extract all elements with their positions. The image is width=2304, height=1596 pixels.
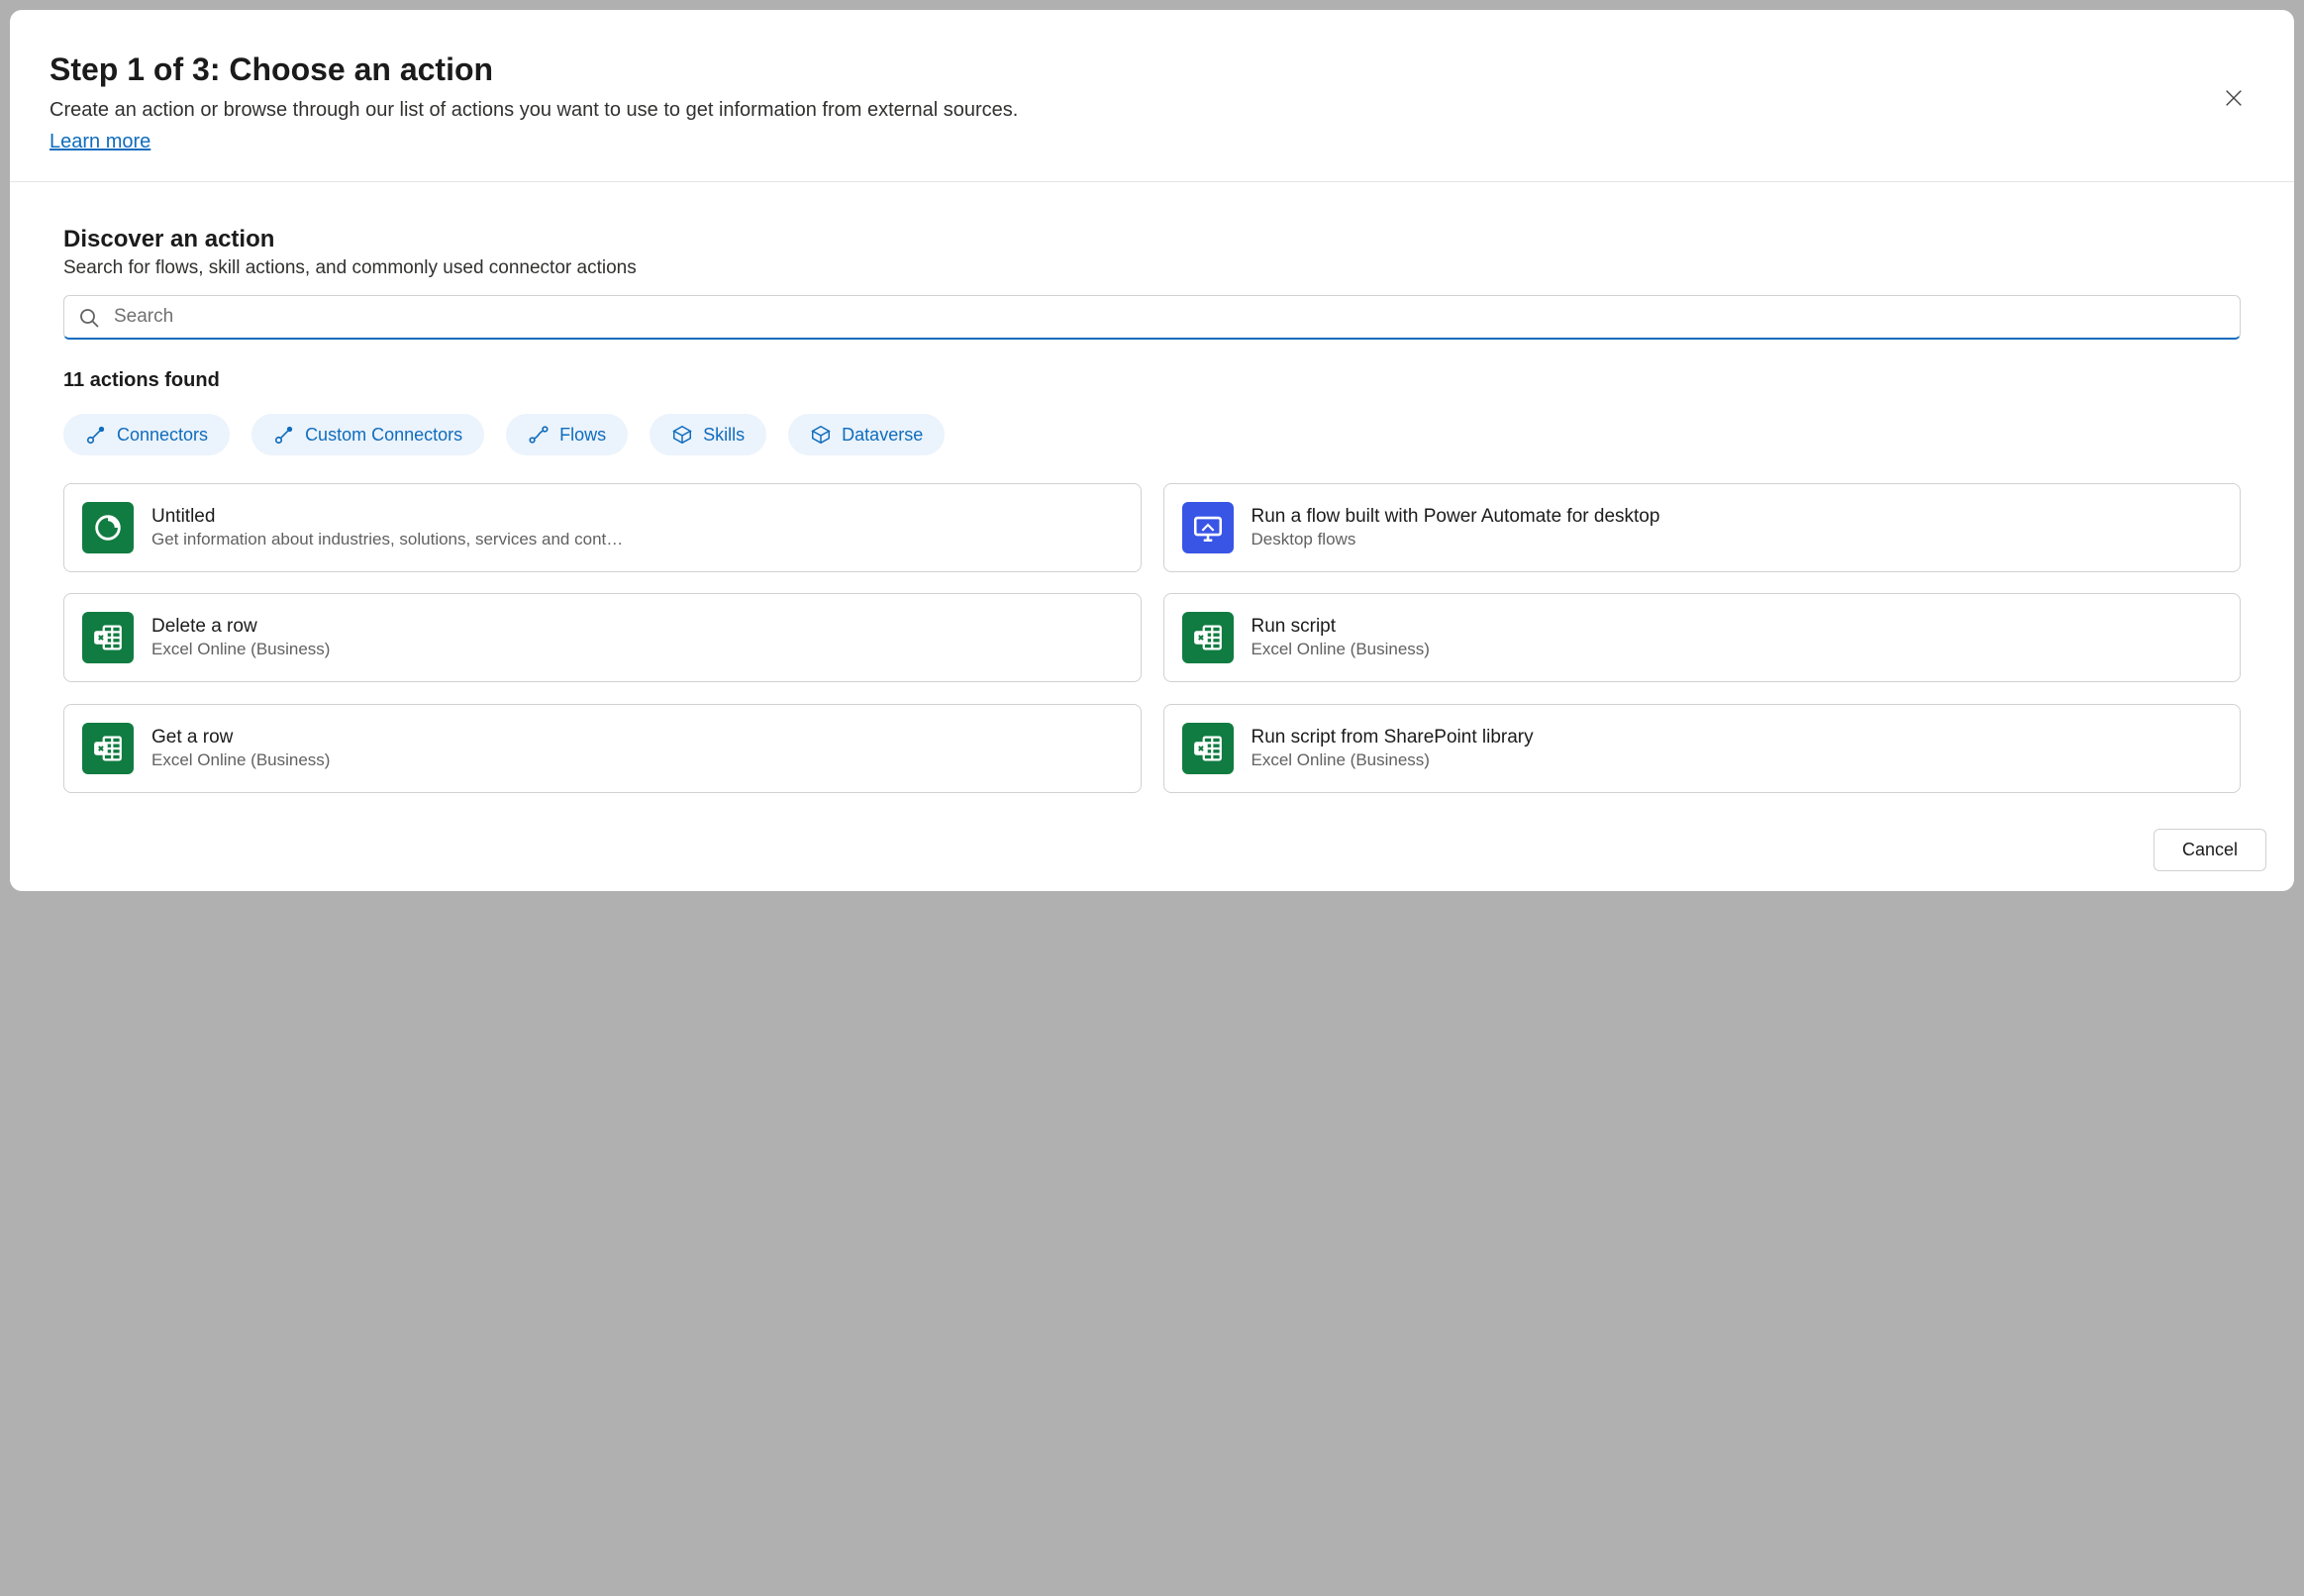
chip-flows[interactable]: Flows — [506, 414, 628, 455]
search-icon — [77, 306, 101, 330]
card-title: Delete a row — [151, 616, 1123, 638]
search-input[interactable] — [63, 295, 2241, 340]
chip-dataverse[interactable]: Dataverse — [788, 414, 945, 455]
card-text: Run script from SharePoint library Excel… — [1252, 727, 2223, 770]
action-card-untitled[interactable]: Untitled Get information about industrie… — [63, 483, 1142, 572]
cancel-button[interactable]: Cancel — [2154, 829, 2266, 871]
discover-title: Discover an action — [63, 226, 2241, 253]
card-title: Get a row — [151, 727, 1123, 748]
filter-chips: Connectors Custom Connectors Flows Skill… — [63, 414, 2241, 455]
card-title: Run script from SharePoint library — [1252, 727, 2223, 748]
card-sub: Excel Online (Business) — [151, 750, 1123, 770]
loop-icon — [82, 502, 134, 553]
modal-body: Discover an action Search for flows, ski… — [10, 182, 2294, 809]
card-sub: Excel Online (Business) — [1252, 750, 2223, 770]
chip-custom-connectors[interactable]: Custom Connectors — [251, 414, 484, 455]
card-title: Untitled — [151, 506, 1123, 528]
cube-icon — [671, 424, 693, 446]
step-subtitle: Create an action or browse through our l… — [50, 96, 2254, 125]
close-button[interactable] — [2217, 81, 2251, 118]
discover-subtitle: Search for flows, skill actions, and com… — [63, 257, 2241, 279]
card-text: Run script Excel Online (Business) — [1252, 616, 2223, 659]
card-title: Run script — [1252, 616, 2223, 638]
card-sub: Excel Online (Business) — [151, 640, 1123, 659]
card-text: Get a row Excel Online (Business) — [151, 727, 1123, 770]
action-card-run-script[interactable]: Run script Excel Online (Business) — [1163, 593, 2242, 682]
chip-label: Connectors — [117, 425, 208, 446]
flow-icon — [528, 424, 550, 446]
results-count: 11 actions found — [63, 369, 2241, 392]
card-sub: Get information about industries, soluti… — [151, 530, 1123, 549]
modal-header: Step 1 of 3: Choose an action Create an … — [10, 10, 2294, 182]
card-sub: Excel Online (Business) — [1252, 640, 2223, 659]
choose-action-modal: Step 1 of 3: Choose an action Create an … — [10, 10, 2294, 891]
card-sub: Desktop flows — [1252, 530, 2223, 549]
modal-footer: Cancel — [10, 809, 2294, 891]
chip-label: Skills — [703, 425, 745, 446]
chip-label: Custom Connectors — [305, 425, 462, 446]
connector-icon — [85, 424, 107, 446]
excel-icon — [82, 723, 134, 774]
card-text: Untitled Get information about industrie… — [151, 506, 1123, 549]
chip-connectors[interactable]: Connectors — [63, 414, 230, 455]
action-card-delete-row[interactable]: Delete a row Excel Online (Business) — [63, 593, 1142, 682]
action-cards: Untitled Get information about industrie… — [63, 483, 2241, 800]
desktop-flow-icon — [1182, 502, 1234, 553]
close-icon — [2223, 87, 2245, 109]
action-card-run-script-sharepoint[interactable]: Run script from SharePoint library Excel… — [1163, 704, 2242, 793]
action-card-run-desktop-flow[interactable]: Run a flow built with Power Automate for… — [1163, 483, 2242, 572]
step-title: Step 1 of 3: Choose an action — [50, 51, 2254, 88]
chip-skills[interactable]: Skills — [650, 414, 766, 455]
cube-icon — [810, 424, 832, 446]
search-wrap — [63, 295, 2241, 340]
action-card-get-row[interactable]: Get a row Excel Online (Business) — [63, 704, 1142, 793]
excel-icon — [82, 612, 134, 663]
excel-icon — [1182, 723, 1234, 774]
card-text: Delete a row Excel Online (Business) — [151, 616, 1123, 659]
chip-label: Flows — [559, 425, 606, 446]
learn-more-link[interactable]: Learn more — [50, 131, 150, 153]
card-title: Run a flow built with Power Automate for… — [1252, 506, 2223, 528]
excel-icon — [1182, 612, 1234, 663]
chip-label: Dataverse — [842, 425, 923, 446]
connector-icon — [273, 424, 295, 446]
card-text: Run a flow built with Power Automate for… — [1252, 506, 2223, 549]
